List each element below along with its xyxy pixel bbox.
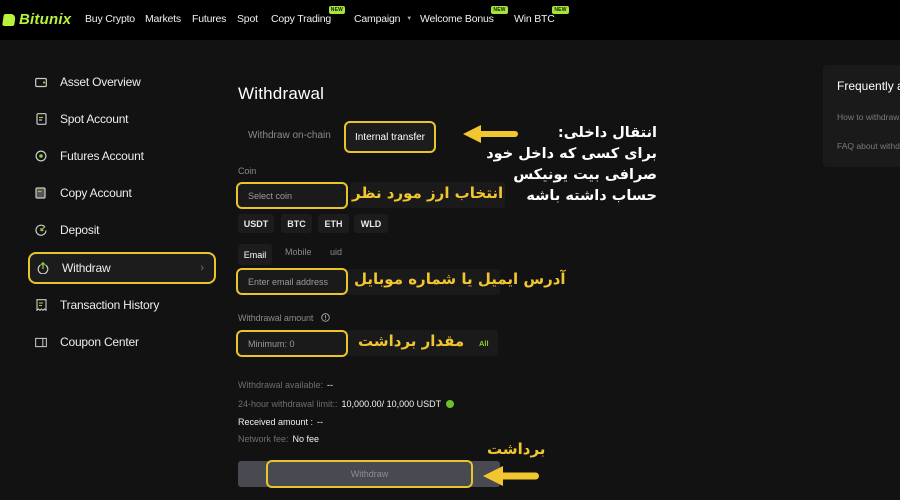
new-badge: NEW [491,6,508,14]
nav-campaign[interactable]: Campaign ▼ [354,13,412,25]
nav-win-btc[interactable]: Win BTC NEW [514,6,569,25]
coin-label: Coin [238,166,257,176]
annotation-withdraw: برداشت [487,440,546,458]
recipient-tab-email[interactable]: Email [238,244,272,265]
coin-select[interactable]: Select coin [236,182,348,209]
annotation-line: انتقال داخلی: [557,125,657,141]
withdrawal-limit-label: 24-hour withdrawal limit:: [238,399,338,409]
bitunix-logo[interactable]: Bitunix [2,11,72,28]
nav-spot[interactable]: Spot [237,13,258,25]
email-input[interactable]: Enter email address [236,268,348,295]
received-amount-row: Received amount : -- [238,417,323,427]
sidebar-item-futures-account[interactable]: Futures Account [28,140,216,172]
annotation-recipient: آدرس ایمیل یا شماره موبایل [354,270,566,288]
wallet-icon [35,76,47,88]
coin-chip-usdt[interactable]: USDT [238,214,274,233]
annotation-amount: مقدار برداشت [358,332,465,350]
sidebar-item-label: Spot Account [60,112,129,126]
logo-text: Bitunix [19,11,72,28]
nav-futures[interactable]: Futures [192,13,226,25]
page-title: Withdrawal [238,84,325,103]
withdrawal-available-label: Withdrawal available: [238,380,324,390]
nav-welcome-bonus-label: Welcome Bonus [420,13,494,25]
coupon-icon [35,336,47,348]
logo-mark-icon [2,13,16,26]
sidebar-item-label: Asset Overview [60,75,141,89]
sidebar-item-label: Transaction History [60,298,160,312]
withdrawal-amount-label-text: Withdrawal amount [238,313,314,323]
annotation-line: برای کسی که داخل خود [486,146,657,162]
sidebar-item-spot-account[interactable]: Spot Account [28,103,216,135]
deposit-icon [35,224,47,236]
sidebar-item-copy-account[interactable]: Copy Account [28,177,216,209]
nav-welcome-bonus[interactable]: Welcome Bonus NEW [420,6,508,25]
annotation-select-coin: انتخاب ارز مورد نظر [352,184,504,202]
coin-chip-wld[interactable]: WLD [354,214,388,233]
withdrawal-amount-label: Withdrawal amount [238,313,330,323]
recipient-tab-mobile[interactable]: Mobile [285,247,312,257]
sidebar-item-deposit[interactable]: Deposit [28,214,216,246]
new-badge: NEW [328,6,346,14]
document-icon [35,113,47,125]
target-icon [35,150,47,162]
coin-chip-btc[interactable]: BTC [281,214,312,233]
faq-link[interactable]: FAQ about withdrawal [837,141,900,151]
receipt-icon [35,299,47,311]
received-amount-label: Received amount : [238,417,314,427]
support-headset-icon[interactable] [446,400,455,408]
caret-down-icon: ▼ [406,16,413,23]
sidebar-item-asset-overview[interactable]: Asset Overview [28,66,216,98]
all-amount-button[interactable]: All [479,339,489,348]
sidebar-item-label: Futures Account [60,149,144,163]
withdraw-submit-button[interactable]: Withdraw [266,460,473,488]
withdrawal-limit-value: 10,000.00/ 10,000 USDT [341,399,442,409]
top-navbar: Bitunix Buy Crypto Markets Futures Spot … [0,0,900,40]
withdrawal-available-value: -- [327,380,334,390]
sidebar-item-label: Coupon Center [60,335,139,349]
sidebar-item-withdraw[interactable]: Withdraw › [28,252,216,284]
sidebar-item-label: Withdraw [62,261,111,275]
nav-win-btc-label: Win BTC [514,13,555,25]
sidebar-item-label: Deposit [60,223,100,237]
annotation-line: صرافی بیت یونیکس [513,167,657,183]
tab-internal-transfer[interactable]: Internal transfer [344,121,436,153]
withdrawal-available-row: Withdrawal available: -- [238,380,333,390]
arrow-left-icon [483,466,539,486]
annotation-internal-transfer: انتقال داخلی: برای کسی که داخل خود صرافی… [486,123,657,207]
tab-withdraw-on-chain[interactable]: Withdraw on-chain [248,130,331,141]
network-fee-label: Network fee: [238,434,289,444]
recipient-tab-uid[interactable]: uid [330,247,342,257]
nav-copy-trading-label: Copy Trading [271,13,332,25]
network-fee-row: Network fee: No fee [238,434,319,444]
coin-chip-eth[interactable]: ETH [318,214,349,233]
chevron-right-icon: › [200,262,204,274]
annotation-line: حساب داشته باشه [526,188,657,204]
nav-markets[interactable]: Markets [145,13,181,25]
new-badge: NEW [552,6,569,14]
faq-title: Frequently asked questions [837,79,900,93]
info-icon[interactable] [321,313,330,322]
faq-link[interactable]: How to withdraw [837,112,899,122]
nav-copy-trading[interactable]: Copy Trading NEW [271,6,346,25]
received-amount-value: -- [317,417,324,427]
sidebar-item-coupon-center[interactable]: Coupon Center [28,326,216,358]
withdrawal-limit-row: 24-hour withdrawal limit:: 10,000.00/ 10,… [238,399,455,409]
withdraw-icon [37,262,49,274]
network-fee-value: No fee [292,434,320,444]
nav-buy-crypto[interactable]: Buy Crypto [85,13,135,25]
sidebar-item-transaction-history[interactable]: Transaction History [28,289,216,321]
nav-campaign-label: Campaign [354,13,401,25]
copy-icon [35,187,47,199]
faq-panel: Frequently asked questions How to withdr… [823,65,900,167]
amount-input[interactable]: Minimum: 0 [236,330,348,357]
sidebar-item-label: Copy Account [60,186,132,200]
